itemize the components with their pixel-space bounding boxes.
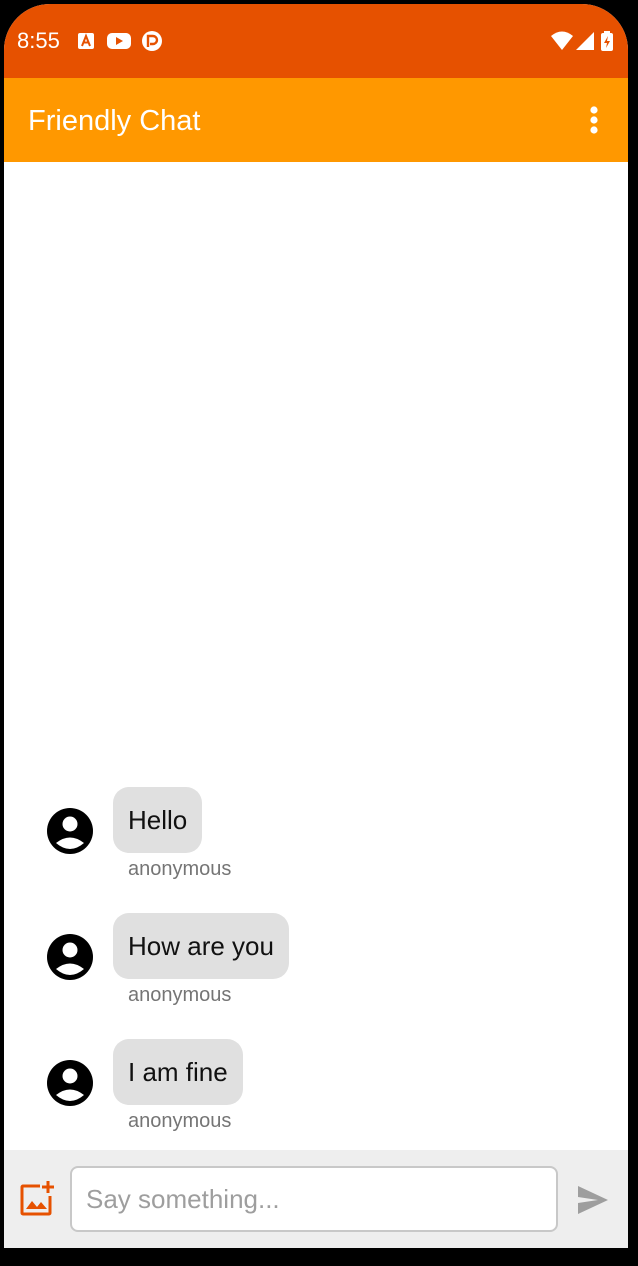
message-item: How are you anonymous bbox=[4, 913, 628, 1013]
message-input[interactable] bbox=[70, 1166, 558, 1232]
status-time: 8:55 bbox=[17, 28, 60, 53]
message-list[interactable]: Hello anonymous How are you anonymous I … bbox=[4, 162, 628, 1150]
message-author: anonymous bbox=[128, 1110, 232, 1132]
battery-icon bbox=[601, 31, 613, 51]
message-author: anonymous bbox=[128, 858, 232, 880]
account-circle-icon bbox=[47, 934, 93, 980]
message-composer bbox=[4, 1150, 628, 1248]
message-bubble: I am fine bbox=[113, 1039, 243, 1105]
app-title: Friendly Chat bbox=[28, 105, 201, 137]
notification-app-icon bbox=[142, 31, 162, 51]
app-bar: Friendly Chat bbox=[4, 78, 628, 162]
message-item: I am fine anonymous bbox=[4, 1039, 628, 1139]
wifi-icon bbox=[551, 31, 573, 50]
message-bubble: Hello bbox=[113, 787, 203, 853]
adobe-icon bbox=[78, 33, 94, 49]
message-bubble: How are you bbox=[113, 913, 289, 979]
more-vert-icon[interactable] bbox=[576, 100, 612, 140]
youtube-icon bbox=[107, 33, 131, 49]
add-photo-icon[interactable] bbox=[18, 1180, 56, 1218]
account-circle-icon bbox=[47, 1060, 93, 1106]
message-author: anonymous bbox=[128, 984, 232, 1006]
message-item: Hello anonymous bbox=[4, 787, 628, 887]
signal-icon bbox=[576, 32, 594, 50]
device-screen: 8:55 Friendly Chat Hello anonymous How a… bbox=[4, 4, 628, 1248]
status-bar: 8:55 bbox=[4, 4, 628, 78]
send-icon[interactable] bbox=[576, 1184, 610, 1216]
account-circle-icon bbox=[47, 808, 93, 854]
